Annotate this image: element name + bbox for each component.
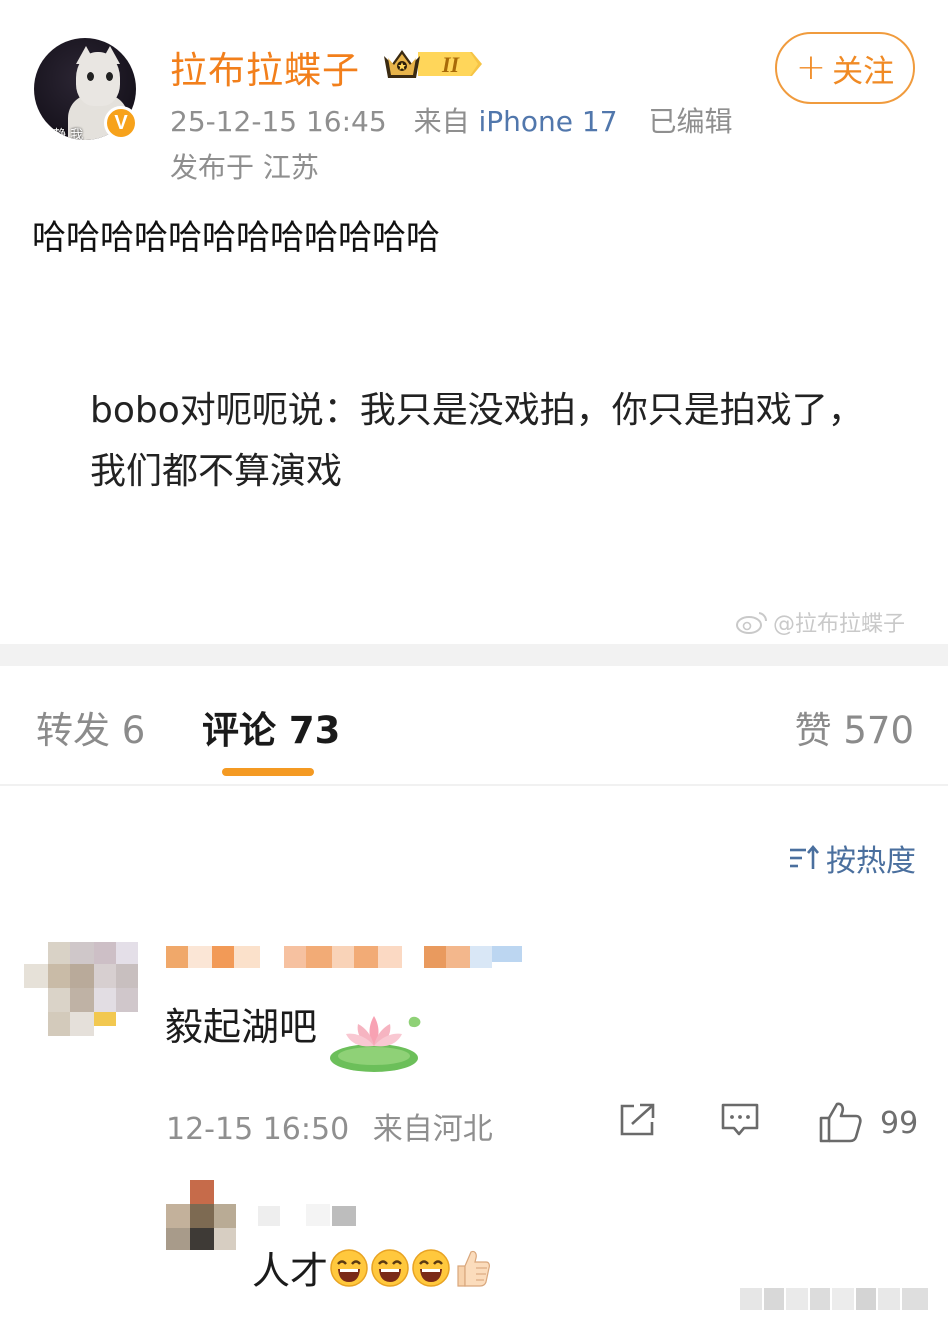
post-text: 哈哈哈哈哈哈哈哈哈哈哈哈 — [32, 218, 440, 258]
post-device[interactable]: iPhone 17 — [479, 105, 618, 138]
weibo-logo-icon — [736, 612, 768, 634]
laughing-emoji-icon — [330, 1248, 368, 1287]
tab-repost[interactable]: 转发 6 — [36, 700, 145, 754]
sort-by-hot-button[interactable]: 按热度 — [788, 836, 916, 880]
comment-icon[interactable] — [720, 1100, 760, 1140]
reply-content: 人才 — [252, 1240, 492, 1295]
reply-name-blurred[interactable] — [258, 1204, 358, 1226]
laughing-emoji-icon — [412, 1248, 450, 1287]
comment-text: 毅起湖吧 — [165, 1005, 318, 1049]
share-icon[interactable] — [618, 1100, 658, 1140]
reply-avatar[interactable] — [166, 1180, 236, 1250]
sort-icon — [790, 844, 819, 869]
post-location: 发布于 江苏 — [170, 151, 319, 184]
verified-badge-icon: V — [104, 106, 138, 140]
post-meta: 25-12-15 16:45 来自 iPhone 17 已编辑 — [170, 100, 732, 140]
comment-meta: 12-15 16:50 来自河北 — [166, 1104, 493, 1148]
active-tab-indicator — [222, 768, 314, 776]
commenter-avatar[interactable] — [22, 942, 140, 1042]
sort-label: 按热度 — [826, 844, 916, 879]
plus-icon: + — [795, 47, 827, 88]
laughing-emoji-icon — [371, 1248, 409, 1287]
post-source-prefix: 来自 — [413, 105, 470, 138]
member-crown-badge-icon[interactable]: II — [380, 44, 484, 84]
image-watermark: @拉布拉蝶子 — [735, 606, 905, 638]
edited-label[interactable]: 已编辑 — [648, 105, 732, 138]
follow-label: 关注 — [832, 53, 895, 90]
watermark-text: @拉布拉蝶子 — [773, 612, 906, 637]
post-time: 25-12-15 16:45 — [170, 105, 387, 138]
comment-time: 12-15 16:50 — [166, 1112, 350, 1147]
comment-location: 来自河北 — [372, 1112, 493, 1147]
tabs-divider — [0, 784, 948, 786]
like-count: 99 — [880, 1106, 919, 1141]
avatar-caption: 安静 我 — [40, 128, 84, 140]
follow-button[interactable]: + 关注 — [775, 32, 915, 104]
section-divider — [0, 644, 948, 666]
author-name[interactable]: 拉布拉蝶子 — [170, 40, 360, 94]
lotus-emoji-icon — [330, 1016, 421, 1072]
member-level: II — [441, 52, 461, 77]
bottom-watermark-blurred — [740, 1288, 928, 1310]
tab-comments[interactable]: 评论 73 — [202, 700, 340, 754]
tab-likes[interactable]: 赞 570 — [795, 700, 914, 754]
commenter-name-blurred[interactable] — [166, 944, 526, 970]
post-quote: bobo对呃呃说：我只是没戏拍，你只是拍戏了，我们都不算演戏 — [90, 390, 864, 492]
thumbs-up-emoji-icon — [457, 1250, 490, 1287]
reply-text: 人才 — [252, 1249, 329, 1293]
like-icon[interactable] — [818, 1100, 864, 1144]
